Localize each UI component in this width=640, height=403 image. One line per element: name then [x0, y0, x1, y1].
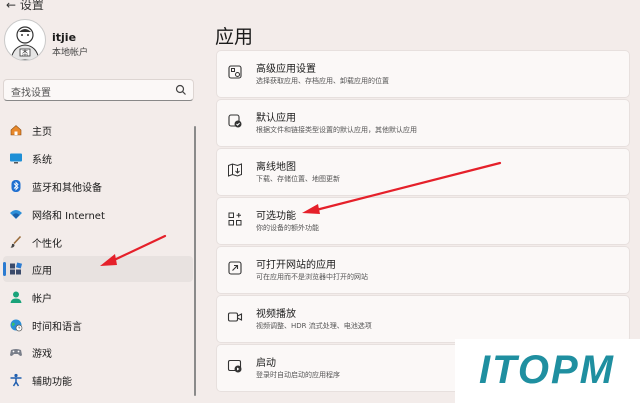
card-title: 可选功能	[256, 211, 296, 222]
card-offline-maps[interactable]: 离线地图 下载、存储位置、地图更新	[216, 148, 630, 196]
sidebar-item-network[interactable]: 网络和 Internet	[3, 201, 193, 227]
card-advanced-apps[interactable]: 高级应用设置 选择获取应用、存档应用、卸载应用的位置	[216, 50, 630, 98]
video-playback-icon	[227, 312, 243, 322]
sidebar-item-home[interactable]: 主页	[3, 117, 193, 143]
sidebar-item-accounts[interactable]: 帐户	[3, 284, 193, 310]
account-type: 本地帐户	[52, 48, 89, 58]
user-name: itjie	[52, 31, 77, 44]
sidebar-item-label: 辅助功能	[32, 377, 72, 388]
sidebar-item-label: 帐户	[32, 294, 52, 305]
search-input[interactable]: 查找设置	[3, 79, 194, 101]
card-apps-for-websites[interactable]: 可打开网站的应用 可在应用而不是浏览器中打开的网站	[216, 246, 630, 294]
card-optional-features[interactable]: 可选功能 你的设备的额外功能	[216, 197, 630, 245]
search-placeholder: 查找设置	[11, 88, 51, 99]
apps-icon	[10, 262, 23, 275]
startup-icon	[227, 359, 242, 373]
card-title: 默认应用	[256, 113, 296, 124]
bluetooth-icon	[11, 180, 21, 192]
search-icon	[175, 84, 186, 95]
sidebar-item-time-language[interactable]: 时间和语言	[3, 312, 193, 338]
advanced-apps-icon	[228, 65, 242, 79]
sidebar-item-label: 蓝牙和其他设备	[32, 183, 102, 194]
person-icon	[10, 291, 22, 303]
card-title: 高级应用设置	[256, 64, 316, 75]
svg-text:杰: 杰	[22, 49, 28, 57]
sidebar-item-label: 个性化	[32, 239, 62, 250]
sidebar-item-apps[interactable]: 应用	[3, 256, 193, 282]
card-title: 可打开网站的应用	[256, 260, 336, 271]
sidebar-item-accessibility[interactable]: 辅助功能	[3, 367, 193, 393]
wifi-icon	[10, 210, 22, 219]
gamepad-icon	[10, 349, 22, 356]
card-subtitle: 视频调整、HDR 流式处理、电池选项	[256, 322, 372, 330]
offline-map-icon	[228, 163, 242, 177]
brush-icon	[10, 235, 22, 248]
sidebar-scrollbar[interactable]	[194, 126, 196, 396]
globe-clock-icon	[10, 319, 23, 332]
sidebar-item-label: 网络和 Internet	[32, 211, 105, 222]
sidebar-item-gaming[interactable]: 游戏	[3, 339, 193, 365]
card-subtitle: 选择获取应用、存档应用、卸载应用的位置	[256, 77, 389, 85]
window-title: 设置	[19, 0, 44, 12]
card-subtitle: 根据文件和链接类型设置的默认应用，其他默认应用	[256, 126, 417, 134]
card-subtitle: 登录时自动启动的应用程序	[256, 371, 340, 379]
card-video-playback[interactable]: 视频播放 视频调整、HDR 流式处理、电池选项	[216, 295, 630, 343]
sidebar-item-system[interactable]: 系统	[3, 145, 193, 171]
sidebar-item-label: 主页	[32, 127, 52, 138]
accessibility-icon	[10, 373, 22, 387]
open-web-app-icon	[228, 261, 242, 275]
sidebar-item-label: 系统	[32, 155, 52, 166]
avatar: 杰	[4, 19, 46, 61]
card-subtitle: 可在应用而不是浏览器中打开的网站	[256, 273, 368, 281]
default-apps-icon	[228, 114, 242, 128]
card-title: 视频播放	[256, 309, 296, 320]
page-title: 应用	[215, 26, 254, 48]
itopm-watermark-logo: ITOPM	[455, 339, 640, 403]
active-indicator	[3, 262, 6, 276]
monitor-icon	[10, 153, 22, 164]
card-default-apps[interactable]: 默认应用 根据文件和链接类型设置的默认应用，其他默认应用	[216, 99, 630, 147]
card-title: 离线地图	[256, 162, 296, 173]
home-icon	[10, 125, 22, 136]
sidebar-item-personalization[interactable]: 个性化	[3, 229, 193, 255]
sidebar-item-label: 时间和语言	[32, 322, 82, 333]
sidebar-item-bluetooth[interactable]: 蓝牙和其他设备	[3, 173, 193, 199]
svg-text:ITOPM: ITOPM	[479, 348, 615, 392]
card-subtitle: 你的设备的额外功能	[256, 224, 319, 232]
back-button[interactable]: ← 设置	[6, 0, 44, 13]
card-title: 启动	[256, 358, 276, 369]
sidebar-item-label: 应用	[32, 266, 52, 277]
sidebar-item-label: 游戏	[32, 349, 52, 360]
card-subtitle: 下载、存储位置、地图更新	[256, 175, 340, 183]
optional-features-icon	[228, 212, 242, 226]
